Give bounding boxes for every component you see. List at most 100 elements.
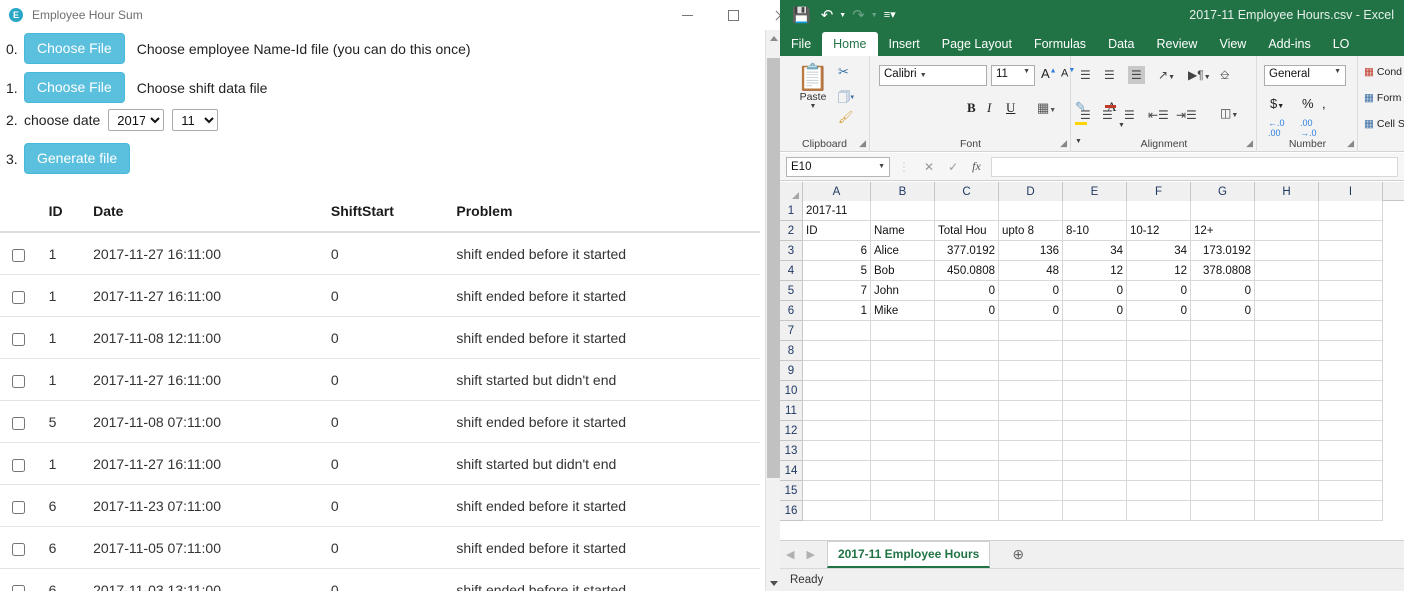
year-select[interactable]: 2015201620172018	[108, 109, 165, 131]
cell-G4[interactable]: 378.0808	[1191, 261, 1255, 281]
cell-G1[interactable]	[1191, 201, 1255, 221]
cell-A12[interactable]	[803, 421, 871, 441]
month-select[interactable]: 010203040506070809101112	[172, 109, 219, 131]
row-header-2[interactable]: 2	[780, 221, 803, 241]
cell-C10[interactable]	[935, 381, 999, 401]
decrease-indent-icon[interactable]: ⇤☰	[1148, 108, 1169, 122]
row-checkbox-cell[interactable]	[0, 316, 49, 359]
cell-C16[interactable]	[935, 501, 999, 521]
cell-F8[interactable]	[1127, 341, 1191, 361]
cell-A11[interactable]	[803, 401, 871, 421]
cell-D8[interactable]	[999, 341, 1063, 361]
font-dialog-launcher-icon[interactable]: ◢	[1060, 138, 1067, 149]
row-checkbox[interactable]	[12, 500, 25, 514]
cell-I16[interactable]	[1319, 501, 1383, 521]
cell-D5[interactable]: 0	[999, 281, 1063, 301]
name-box-dropdown-icon[interactable]: ▼	[878, 163, 885, 170]
row-checkbox-cell[interactable]	[0, 484, 49, 527]
cell-B14[interactable]	[871, 461, 935, 481]
scrollbar-thumb[interactable]	[767, 58, 780, 478]
cell-E14[interactable]	[1063, 461, 1127, 481]
cell-G15[interactable]	[1191, 481, 1255, 501]
cell-H2[interactable]	[1255, 221, 1319, 241]
ribbon-tab-insert[interactable]: Insert	[878, 33, 931, 56]
cell-I9[interactable]	[1319, 361, 1383, 381]
underline-button[interactable]: U	[1006, 100, 1015, 116]
column-header-E[interactable]: E	[1063, 182, 1127, 201]
increase-font-size-icon[interactable]: A▲	[1041, 66, 1057, 81]
cell-H8[interactable]	[1255, 341, 1319, 361]
cell-A8[interactable]	[803, 341, 871, 361]
column-header-G[interactable]: G	[1191, 182, 1255, 201]
cell-G6[interactable]: 0	[1191, 301, 1255, 321]
column-header-D[interactable]: D	[999, 182, 1063, 201]
cell-F2[interactable]: 10-12	[1127, 221, 1191, 241]
cell-I2[interactable]	[1319, 221, 1383, 241]
cell-H5[interactable]	[1255, 281, 1319, 301]
choose-shift-data-file-button[interactable]: Choose File	[24, 72, 125, 104]
cell-E16[interactable]	[1063, 501, 1127, 521]
cell-I11[interactable]	[1319, 401, 1383, 421]
copy-icon[interactable]: 🗍▾	[838, 88, 854, 109]
select-all-corner[interactable]	[780, 182, 803, 201]
cell-I13[interactable]	[1319, 441, 1383, 461]
cell-B7[interactable]	[871, 321, 935, 341]
cell-H12[interactable]	[1255, 421, 1319, 441]
maximize-button[interactable]	[710, 0, 756, 30]
cell-C12[interactable]	[935, 421, 999, 441]
cell-A13[interactable]	[803, 441, 871, 461]
cell-D13[interactable]	[999, 441, 1063, 461]
column-header-H[interactable]: H	[1255, 182, 1319, 201]
merge-center-icon[interactable]: ◫▼	[1220, 106, 1238, 120]
paste-dropdown-icon[interactable]: ▼	[790, 103, 836, 110]
cell-F1[interactable]	[1127, 201, 1191, 221]
cell-B16[interactable]	[871, 501, 935, 521]
cell-A15[interactable]	[803, 481, 871, 501]
cell-styles-button[interactable]: ▦ Cell S	[1364, 118, 1404, 130]
row-checkbox[interactable]	[12, 458, 25, 472]
cell-G9[interactable]	[1191, 361, 1255, 381]
cell-A10[interactable]	[803, 381, 871, 401]
cell-F12[interactable]	[1127, 421, 1191, 441]
row-header-7[interactable]: 7	[780, 321, 803, 341]
cell-E6[interactable]: 0	[1063, 301, 1127, 321]
cell-I12[interactable]	[1319, 421, 1383, 441]
cell-A6[interactable]: 1	[803, 301, 871, 321]
cell-C13[interactable]	[935, 441, 999, 461]
align-bottom-icon[interactable]: ☰	[1128, 66, 1145, 84]
cell-H11[interactable]	[1255, 401, 1319, 421]
cell-E3[interactable]: 34	[1063, 241, 1127, 261]
alignment-dialog-launcher-icon[interactable]: ◢	[1246, 138, 1253, 149]
cell-I4[interactable]	[1319, 261, 1383, 281]
cell-F10[interactable]	[1127, 381, 1191, 401]
cell-G7[interactable]	[1191, 321, 1255, 341]
cell-I14[interactable]	[1319, 461, 1383, 481]
cell-D4[interactable]: 48	[999, 261, 1063, 281]
save-icon[interactable]: 💾	[788, 8, 815, 23]
cell-F5[interactable]: 0	[1127, 281, 1191, 301]
cell-B10[interactable]	[871, 381, 935, 401]
cell-H10[interactable]	[1255, 381, 1319, 401]
minimize-button[interactable]	[664, 0, 710, 30]
cell-D12[interactable]	[999, 421, 1063, 441]
cell-C3[interactable]: 377.0192	[935, 241, 999, 261]
cell-B11[interactable]	[871, 401, 935, 421]
align-center-icon[interactable]: ☰	[1102, 108, 1113, 122]
number-format-dropdown-icon[interactable]: ▼	[1334, 68, 1341, 75]
cell-A4[interactable]: 5	[803, 261, 871, 281]
row-header-8[interactable]: 8	[780, 341, 803, 361]
cell-F13[interactable]	[1127, 441, 1191, 461]
cell-D14[interactable]	[999, 461, 1063, 481]
cell-C14[interactable]	[935, 461, 999, 481]
cell-D10[interactable]	[999, 381, 1063, 401]
cell-A9[interactable]	[803, 361, 871, 381]
cell-B2[interactable]: Name	[871, 221, 935, 241]
column-header-I[interactable]: I	[1319, 182, 1383, 201]
cell-E15[interactable]	[1063, 481, 1127, 501]
row-header-14[interactable]: 14	[780, 461, 803, 481]
cell-C8[interactable]	[935, 341, 999, 361]
cell-A3[interactable]: 6	[803, 241, 871, 261]
cell-A14[interactable]	[803, 461, 871, 481]
cell-I3[interactable]	[1319, 241, 1383, 261]
cell-G2[interactable]: 12+	[1191, 221, 1255, 241]
